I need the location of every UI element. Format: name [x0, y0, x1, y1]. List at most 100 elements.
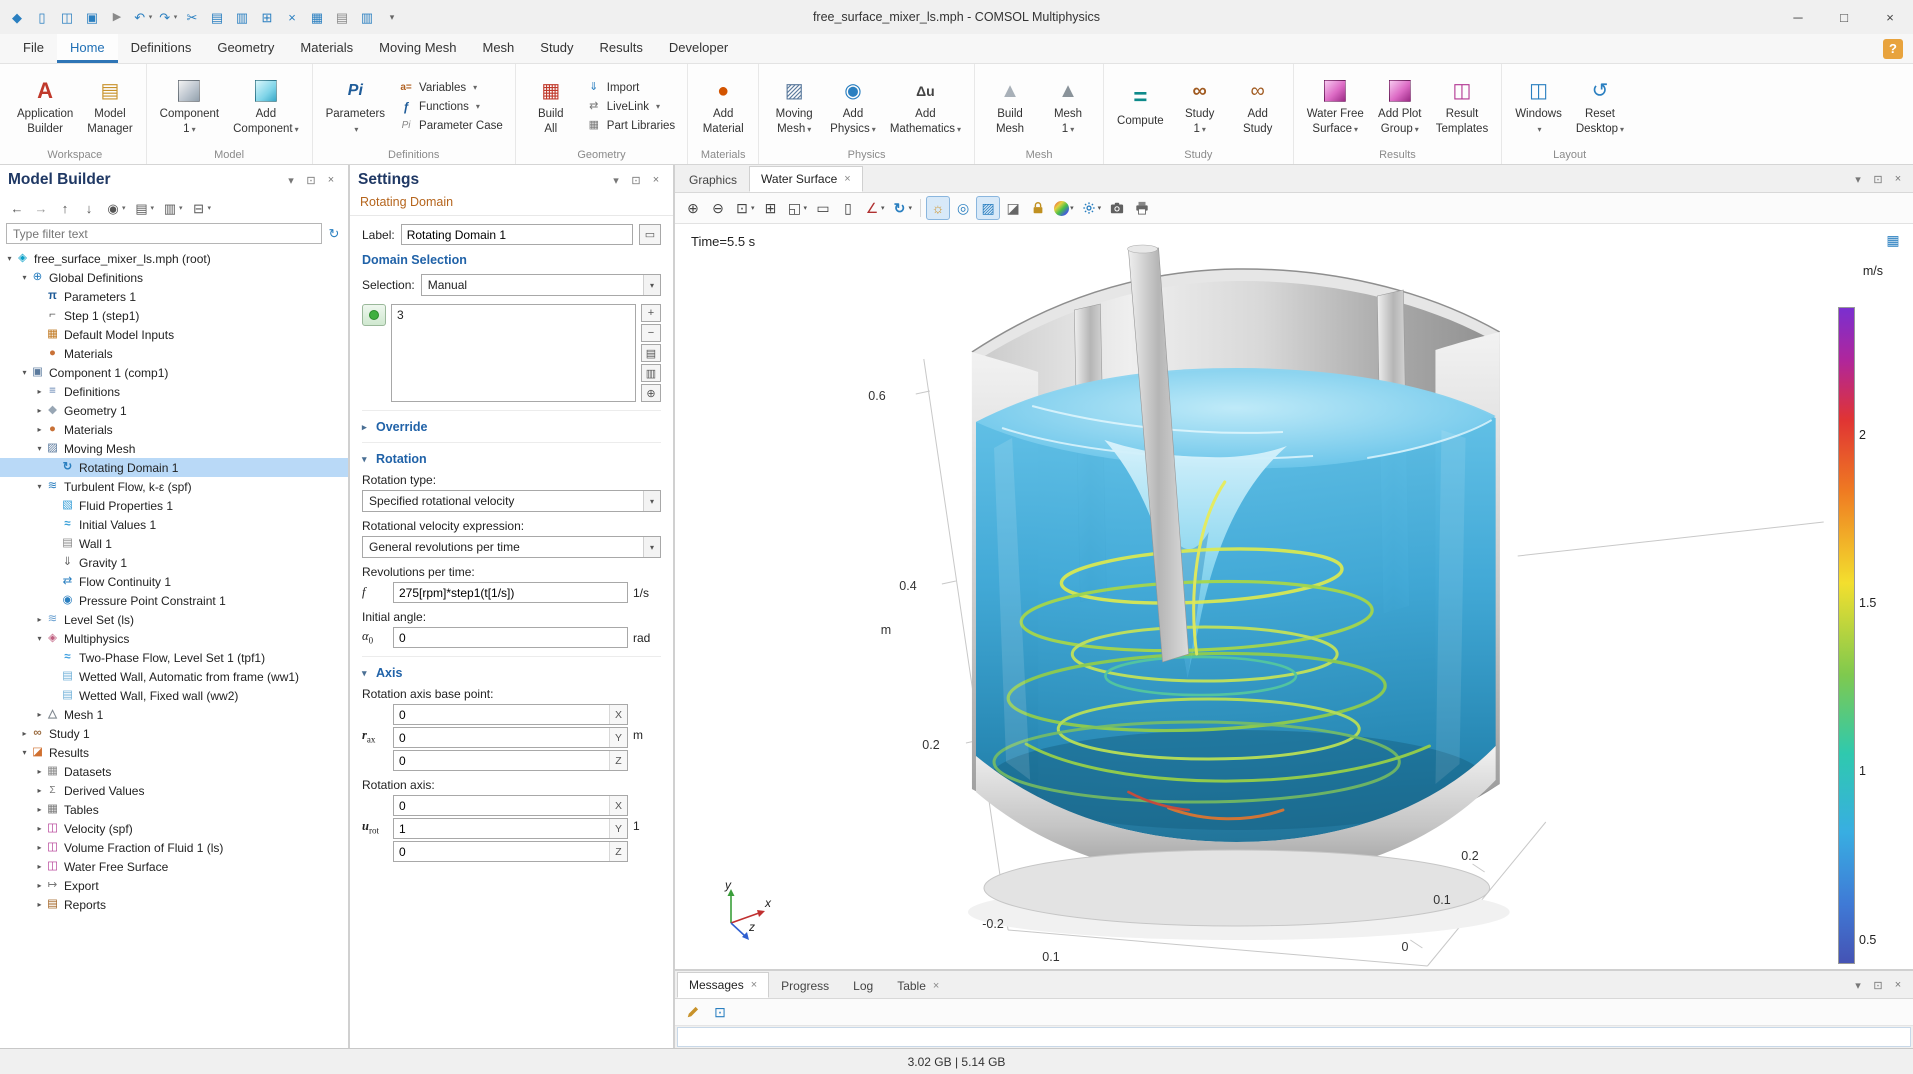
model-builder-menu-icon[interactable]: ▾ [282, 171, 300, 189]
messages-menu-icon[interactable]: ▾ [1849, 976, 1867, 994]
tree-node-export[interactable]: ▸↦Export [0, 876, 348, 895]
show-options-button[interactable]: ◉▾ [102, 198, 129, 218]
menu-mesh[interactable]: Mesh [469, 34, 527, 63]
tree-node-materials[interactable]: ●Materials [0, 344, 348, 363]
twisty-icon[interactable]: ▸ [34, 805, 45, 814]
refresh-icon[interactable]: ↻ [326, 226, 342, 242]
tree-node-free-surface-mixer-ls-mph-root[interactable]: ▾◈free_surface_mixer_ls.mph (root) [0, 249, 348, 268]
twisty-icon[interactable]: ▸ [34, 900, 45, 909]
twisty-icon[interactable]: ▾ [34, 482, 45, 491]
plot-update-icon[interactable]: ▦ [1885, 232, 1901, 248]
paste-button[interactable]: ▥ [641, 364, 661, 382]
update-plot-button[interactable]: ↻▾ [889, 196, 916, 220]
add-material-button[interactable]: ●AddMaterial [695, 74, 751, 139]
grid-2-button[interactable]: ▤ [330, 4, 354, 30]
tree-node-tables[interactable]: ▸▦Tables [0, 800, 348, 819]
messages-tab-table[interactable]: Table× [885, 974, 951, 998]
windows-button[interactable]: ◫Windows▾ [1509, 74, 1568, 139]
variables-button[interactable]: a=Variables▾ [398, 81, 503, 95]
part-libraries-button[interactable]: ▦Part Libraries [586, 119, 675, 133]
model-builder-float-icon[interactable]: ⊡ [302, 171, 320, 189]
close-tab-icon[interactable]: × [933, 980, 939, 992]
menu-developer[interactable]: Developer [656, 34, 741, 63]
tree-node-results[interactable]: ▾◪Results [0, 743, 348, 762]
tree-node-geometry-1[interactable]: ▸◆Geometry 1 [0, 401, 348, 420]
grid-3-button[interactable]: ▥ [355, 4, 379, 30]
tree-node-velocity-spf[interactable]: ▸◫Velocity (spf) [0, 819, 348, 838]
add-button[interactable]: + [641, 304, 661, 322]
tree-node-materials[interactable]: ▸●Materials [0, 420, 348, 439]
tree-node-mesh-1[interactable]: ▸△Mesh 1 [0, 705, 348, 724]
zoom-to-selection-button[interactable]: ⊞ [759, 196, 783, 220]
cut-button[interactable]: ✂ [180, 4, 204, 30]
tree-node-step-1-step1[interactable]: ⌐Step 1 (step1) [0, 306, 348, 325]
edit-label-button[interactable]: ▭ [639, 224, 661, 245]
help-icon[interactable]: ? [1883, 39, 1903, 59]
redo-button[interactable]: ↷▾ [155, 4, 179, 30]
tree-node-initial-values-1[interactable]: ≈Initial Values 1 [0, 515, 348, 534]
plot-settings-button[interactable]: ▾ [1078, 196, 1105, 220]
twisty-icon[interactable]: ▸ [34, 767, 45, 776]
menu-home[interactable]: Home [57, 34, 118, 63]
graphics-float-icon[interactable]: ⊡ [1869, 170, 1887, 188]
tree-node-global-definitions[interactable]: ▾⊕Global Definitions [0, 268, 348, 287]
graphics-menu-icon[interactable]: ▾ [1849, 170, 1867, 188]
transparency-button[interactable]: ▨ [976, 196, 1000, 220]
messages-row[interactable] [677, 1027, 1911, 1047]
view-yz-button[interactable]: ▯ [836, 196, 860, 220]
study-1-button[interactable]: ∞Study1▾ [1172, 74, 1228, 139]
move-up-button[interactable]: ↑ [54, 198, 76, 218]
filter-input[interactable] [6, 223, 322, 244]
tree-node-flow-continuity-1[interactable]: ⇄Flow Continuity 1 [0, 572, 348, 591]
tree-node-wall-1[interactable]: ▤Wall 1 [0, 534, 348, 553]
active-selection-toggle[interactable] [362, 304, 386, 326]
twisty-icon[interactable]: ▸ [34, 824, 45, 833]
add-mathematics-button[interactable]: ΔuAddMathematics▾ [884, 74, 967, 139]
close-button[interactable]: × [1867, 0, 1913, 34]
external-display-button[interactable]: ⊡ [708, 1000, 732, 1024]
rotation-axis-x-input[interactable] [394, 796, 609, 815]
move-down-button[interactable]: ↓ [78, 198, 100, 218]
comsol-app-button[interactable]: ◆ [5, 4, 29, 30]
rotation-axis-z-input[interactable] [394, 842, 609, 861]
twisty-icon[interactable]: ▸ [34, 862, 45, 871]
twisty-icon[interactable]: ▸ [34, 406, 45, 415]
twisty-icon[interactable]: ▾ [19, 368, 30, 377]
zoom-extents-button[interactable]: ⊡▾ [731, 196, 758, 220]
twisty-icon[interactable]: ▸ [34, 615, 45, 624]
velocity-expression-dropdown[interactable]: General revolutions per time ▾ [362, 536, 661, 558]
delete-button[interactable]: × [280, 4, 304, 30]
messages-tab-log[interactable]: Log [841, 974, 885, 998]
tree-node-gravity-1[interactable]: ⇓Gravity 1 [0, 553, 348, 572]
tree-node-pressure-point-constraint-1[interactable]: ◉Pressure Point Constraint 1 [0, 591, 348, 610]
twisty-icon[interactable]: ▾ [4, 254, 15, 263]
graphics-close-icon[interactable]: × [1889, 170, 1907, 188]
tree-node-multiphysics[interactable]: ▾◈Multiphysics [0, 629, 348, 648]
copy-button[interactable]: ▤ [641, 344, 661, 362]
menu-definitions[interactable]: Definitions [118, 34, 205, 63]
base-point-y-input[interactable] [394, 728, 609, 747]
close-tab-icon[interactable]: × [844, 173, 850, 185]
back-button[interactable]: ← [6, 198, 28, 218]
twisty-icon[interactable]: ▾ [19, 273, 30, 282]
close-tab-icon[interactable]: × [751, 979, 757, 991]
messages-tab-messages[interactable]: Messages× [677, 972, 769, 998]
twisty-icon[interactable]: ▸ [34, 387, 45, 396]
menu-study[interactable]: Study [527, 34, 586, 63]
menu-file[interactable]: File [10, 34, 57, 63]
messages-tab-progress[interactable]: Progress [769, 974, 841, 998]
graphics-tab-water-surface[interactable]: Water Surface× [749, 166, 863, 192]
build-mesh-button[interactable]: ▲BuildMesh [982, 74, 1038, 139]
grid-1-button[interactable]: ▦ [305, 4, 329, 30]
water-free-surface-button[interactable]: Water FreeSurface▾ [1301, 74, 1370, 139]
messages-close-icon[interactable]: × [1889, 976, 1907, 994]
twisty-icon[interactable]: ▾ [34, 634, 45, 643]
tree-node-fluid-properties-1[interactable]: ▧Fluid Properties 1 [0, 496, 348, 515]
add-plot-group-button[interactable]: Add PlotGroup▾ [1372, 74, 1428, 139]
scene-axes-button[interactable]: ∠▾ [861, 196, 888, 220]
settings-menu-icon[interactable]: ▾ [607, 171, 625, 189]
settings-close-icon[interactable]: × [647, 171, 665, 189]
axis-header[interactable]: ▾ Axis [362, 666, 661, 680]
clipping-button[interactable]: ◪ [1001, 196, 1025, 220]
message-pen-button[interactable] [681, 1000, 705, 1024]
